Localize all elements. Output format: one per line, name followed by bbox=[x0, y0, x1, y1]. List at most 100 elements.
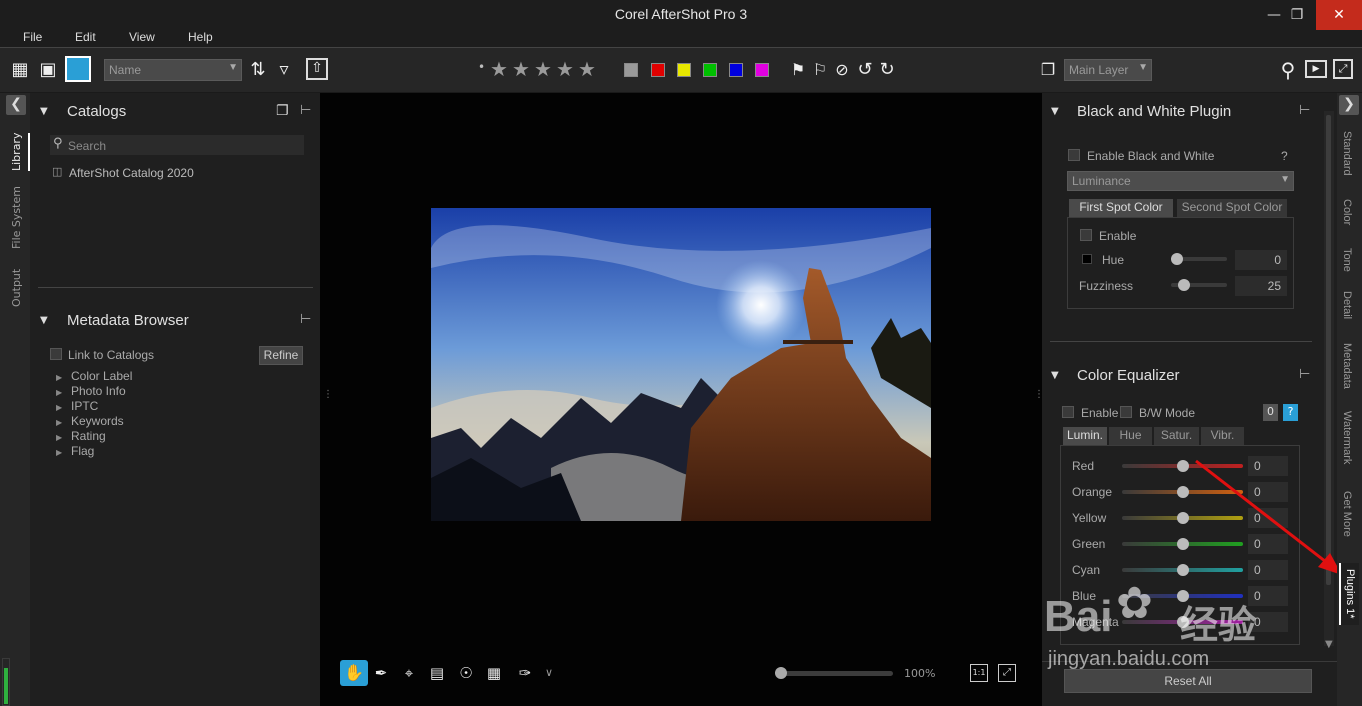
tab-watermark[interactable]: Watermark bbox=[1341, 411, 1353, 464]
equalizer-slider-knob[interactable] bbox=[1177, 538, 1189, 550]
link-catalogs-checkbox[interactable] bbox=[50, 348, 62, 360]
equalizer-slider-knob[interactable] bbox=[1177, 512, 1189, 524]
color-label-blue[interactable] bbox=[729, 63, 743, 77]
unflag-icon[interactable]: ⊘ bbox=[830, 58, 854, 82]
straighten-icon[interactable]: ▤ bbox=[425, 661, 449, 685]
color-eq-help-button[interactable]: ? bbox=[1283, 404, 1298, 421]
tab-get-more[interactable]: Get More bbox=[1341, 491, 1353, 537]
tree-item[interactable]: ▶ Color Label bbox=[56, 369, 256, 384]
zoom-slider[interactable] bbox=[775, 667, 893, 679]
equalizer-slider-knob[interactable] bbox=[1177, 460, 1189, 472]
catalog-search-input[interactable]: ⚲ Search bbox=[50, 135, 304, 155]
red-eye-icon[interactable]: ☉ bbox=[454, 661, 478, 685]
tab-library[interactable]: Library bbox=[10, 133, 23, 171]
brush-icon[interactable]: ✑ bbox=[513, 661, 537, 685]
bw-help-button[interactable]: ? bbox=[1281, 149, 1288, 163]
color-label-magenta[interactable] bbox=[755, 63, 769, 77]
tab-second-spot-color[interactable]: Second Spot Color bbox=[1177, 199, 1287, 217]
color-label-yellow[interactable] bbox=[677, 63, 691, 77]
eyedropper-icon[interactable]: ✒ bbox=[369, 661, 393, 685]
scroll-down-icon[interactable]: ▼ bbox=[1325, 639, 1333, 650]
pin-icon[interactable]: ⊢ bbox=[300, 312, 311, 327]
equalizer-slider-knob[interactable] bbox=[1177, 564, 1189, 576]
layers-icon[interactable]: ❐ bbox=[1036, 58, 1060, 82]
fuzziness-value[interactable]: 25 bbox=[1235, 276, 1287, 296]
rotate-right-icon[interactable]: ↻ bbox=[875, 58, 899, 82]
catalog-item[interactable]: AfterShot Catalog 2020 bbox=[69, 166, 194, 180]
menu-file[interactable]: File bbox=[23, 30, 42, 44]
pin-icon[interactable]: ⊢ bbox=[1299, 103, 1310, 118]
search-icon[interactable]: ⚲ bbox=[1276, 58, 1300, 82]
flag-reject-icon[interactable]: ⚐ bbox=[808, 58, 832, 82]
single-view-icon[interactable] bbox=[65, 56, 91, 82]
fit-to-window-icon[interactable]: ⤢ bbox=[998, 664, 1016, 682]
tab-vibrance[interactable]: Vibr. bbox=[1201, 427, 1244, 445]
equalizer-value[interactable]: 0 bbox=[1248, 612, 1288, 632]
equalizer-slider-knob[interactable] bbox=[1177, 616, 1189, 628]
tab-metadata[interactable]: Metadata bbox=[1341, 343, 1353, 389]
spot-enable-checkbox[interactable] bbox=[1080, 229, 1092, 241]
tab-tone[interactable]: Tone bbox=[1341, 248, 1353, 272]
tree-item[interactable]: ▶ Photo Info bbox=[56, 384, 256, 399]
catalog-manager-icon[interactable]: ❐ bbox=[276, 103, 289, 119]
left-resize-handle[interactable]: ⋮ bbox=[323, 389, 333, 400]
collapse-left-icon[interactable]: ❮ bbox=[6, 95, 26, 115]
tab-standard[interactable]: Standard bbox=[1341, 131, 1353, 176]
collapse-right-icon[interactable]: ❯ bbox=[1339, 95, 1359, 115]
color-label-gray[interactable] bbox=[624, 63, 638, 77]
region-icon[interactable]: ▦ bbox=[482, 661, 506, 685]
filter-icon[interactable]: ▿ bbox=[272, 58, 296, 82]
tab-color[interactable]: Color bbox=[1341, 199, 1353, 225]
star-icon[interactable]: ★ bbox=[578, 57, 596, 81]
flag-pick-icon[interactable]: ⚑ bbox=[786, 58, 810, 82]
star-icon[interactable]: ★ bbox=[534, 57, 552, 81]
equalizer-slider-knob[interactable] bbox=[1177, 590, 1189, 602]
star-icon[interactable]: ★ bbox=[490, 57, 508, 81]
close-button[interactable]: ✕ bbox=[1316, 0, 1362, 30]
equalizer-value[interactable]: 0 bbox=[1248, 586, 1288, 606]
export-icon[interactable]: ⇧ bbox=[306, 58, 328, 80]
tab-luminance[interactable]: Lumin. bbox=[1063, 427, 1107, 445]
tree-item[interactable]: ▶ Rating bbox=[56, 429, 256, 444]
tree-item[interactable]: ▶ Keywords bbox=[56, 414, 256, 429]
reset-all-button[interactable]: Reset All bbox=[1064, 669, 1312, 693]
hue-value[interactable]: 0 bbox=[1235, 250, 1287, 270]
sort-dropdown[interactable]: Name ▼ bbox=[104, 59, 242, 81]
slideshow-icon[interactable]: ▶ bbox=[1305, 60, 1327, 78]
tree-item[interactable]: ▶ IPTC bbox=[56, 399, 256, 414]
star-icon[interactable]: ★ bbox=[512, 57, 530, 81]
color-eq-enable-checkbox[interactable] bbox=[1062, 406, 1074, 418]
bw-mode-checkbox[interactable] bbox=[1120, 406, 1132, 418]
tree-item[interactable]: ▶ Flag bbox=[56, 444, 256, 459]
zoom-slider-knob[interactable] bbox=[775, 667, 787, 679]
menu-help[interactable]: Help bbox=[188, 30, 213, 44]
tab-detail[interactable]: Detail bbox=[1341, 291, 1353, 319]
menu-view[interactable]: View bbox=[129, 30, 155, 44]
photo-preview[interactable] bbox=[431, 208, 931, 521]
enable-bw-checkbox[interactable] bbox=[1068, 149, 1080, 161]
filmstrip-view-icon[interactable]: ▣ bbox=[36, 58, 60, 82]
collapse-triangle-icon[interactable]: ▼ bbox=[40, 315, 48, 326]
rotate-left-icon[interactable]: ↺ bbox=[853, 58, 877, 82]
maximize-button[interactable]: ❐ bbox=[1275, 0, 1319, 30]
pin-icon[interactable]: ⊢ bbox=[1299, 367, 1310, 382]
tab-saturation[interactable]: Satur. bbox=[1154, 427, 1199, 445]
equalizer-slider-knob[interactable] bbox=[1177, 486, 1189, 498]
collapse-triangle-icon[interactable]: ▼ bbox=[1051, 370, 1059, 381]
sort-order-icon[interactable]: ⇅ bbox=[246, 58, 270, 82]
crop-icon[interactable]: ⌖ bbox=[397, 661, 421, 685]
tab-file-system[interactable]: File System bbox=[10, 186, 23, 249]
tab-plugins-1[interactable]: Plugins 1* bbox=[1339, 563, 1359, 625]
collapse-triangle-icon[interactable]: ▼ bbox=[1051, 106, 1059, 117]
fuzziness-slider-knob[interactable] bbox=[1178, 279, 1190, 291]
bw-mode-dropdown[interactable]: Luminance ▼ bbox=[1067, 171, 1294, 191]
hue-color-swatch[interactable] bbox=[1082, 254, 1092, 264]
color-label-red[interactable] bbox=[651, 63, 665, 77]
no-rating-dot[interactable]: • bbox=[478, 60, 485, 74]
menu-edit[interactable]: Edit bbox=[75, 30, 96, 44]
pin-icon[interactable]: ⊢ bbox=[300, 103, 311, 118]
refine-button[interactable]: Refine bbox=[259, 346, 303, 365]
chevron-down-icon[interactable]: ∨ bbox=[545, 666, 553, 679]
tab-output[interactable]: Output bbox=[10, 269, 23, 307]
actual-size-icon[interactable]: 1:1 bbox=[970, 664, 988, 682]
